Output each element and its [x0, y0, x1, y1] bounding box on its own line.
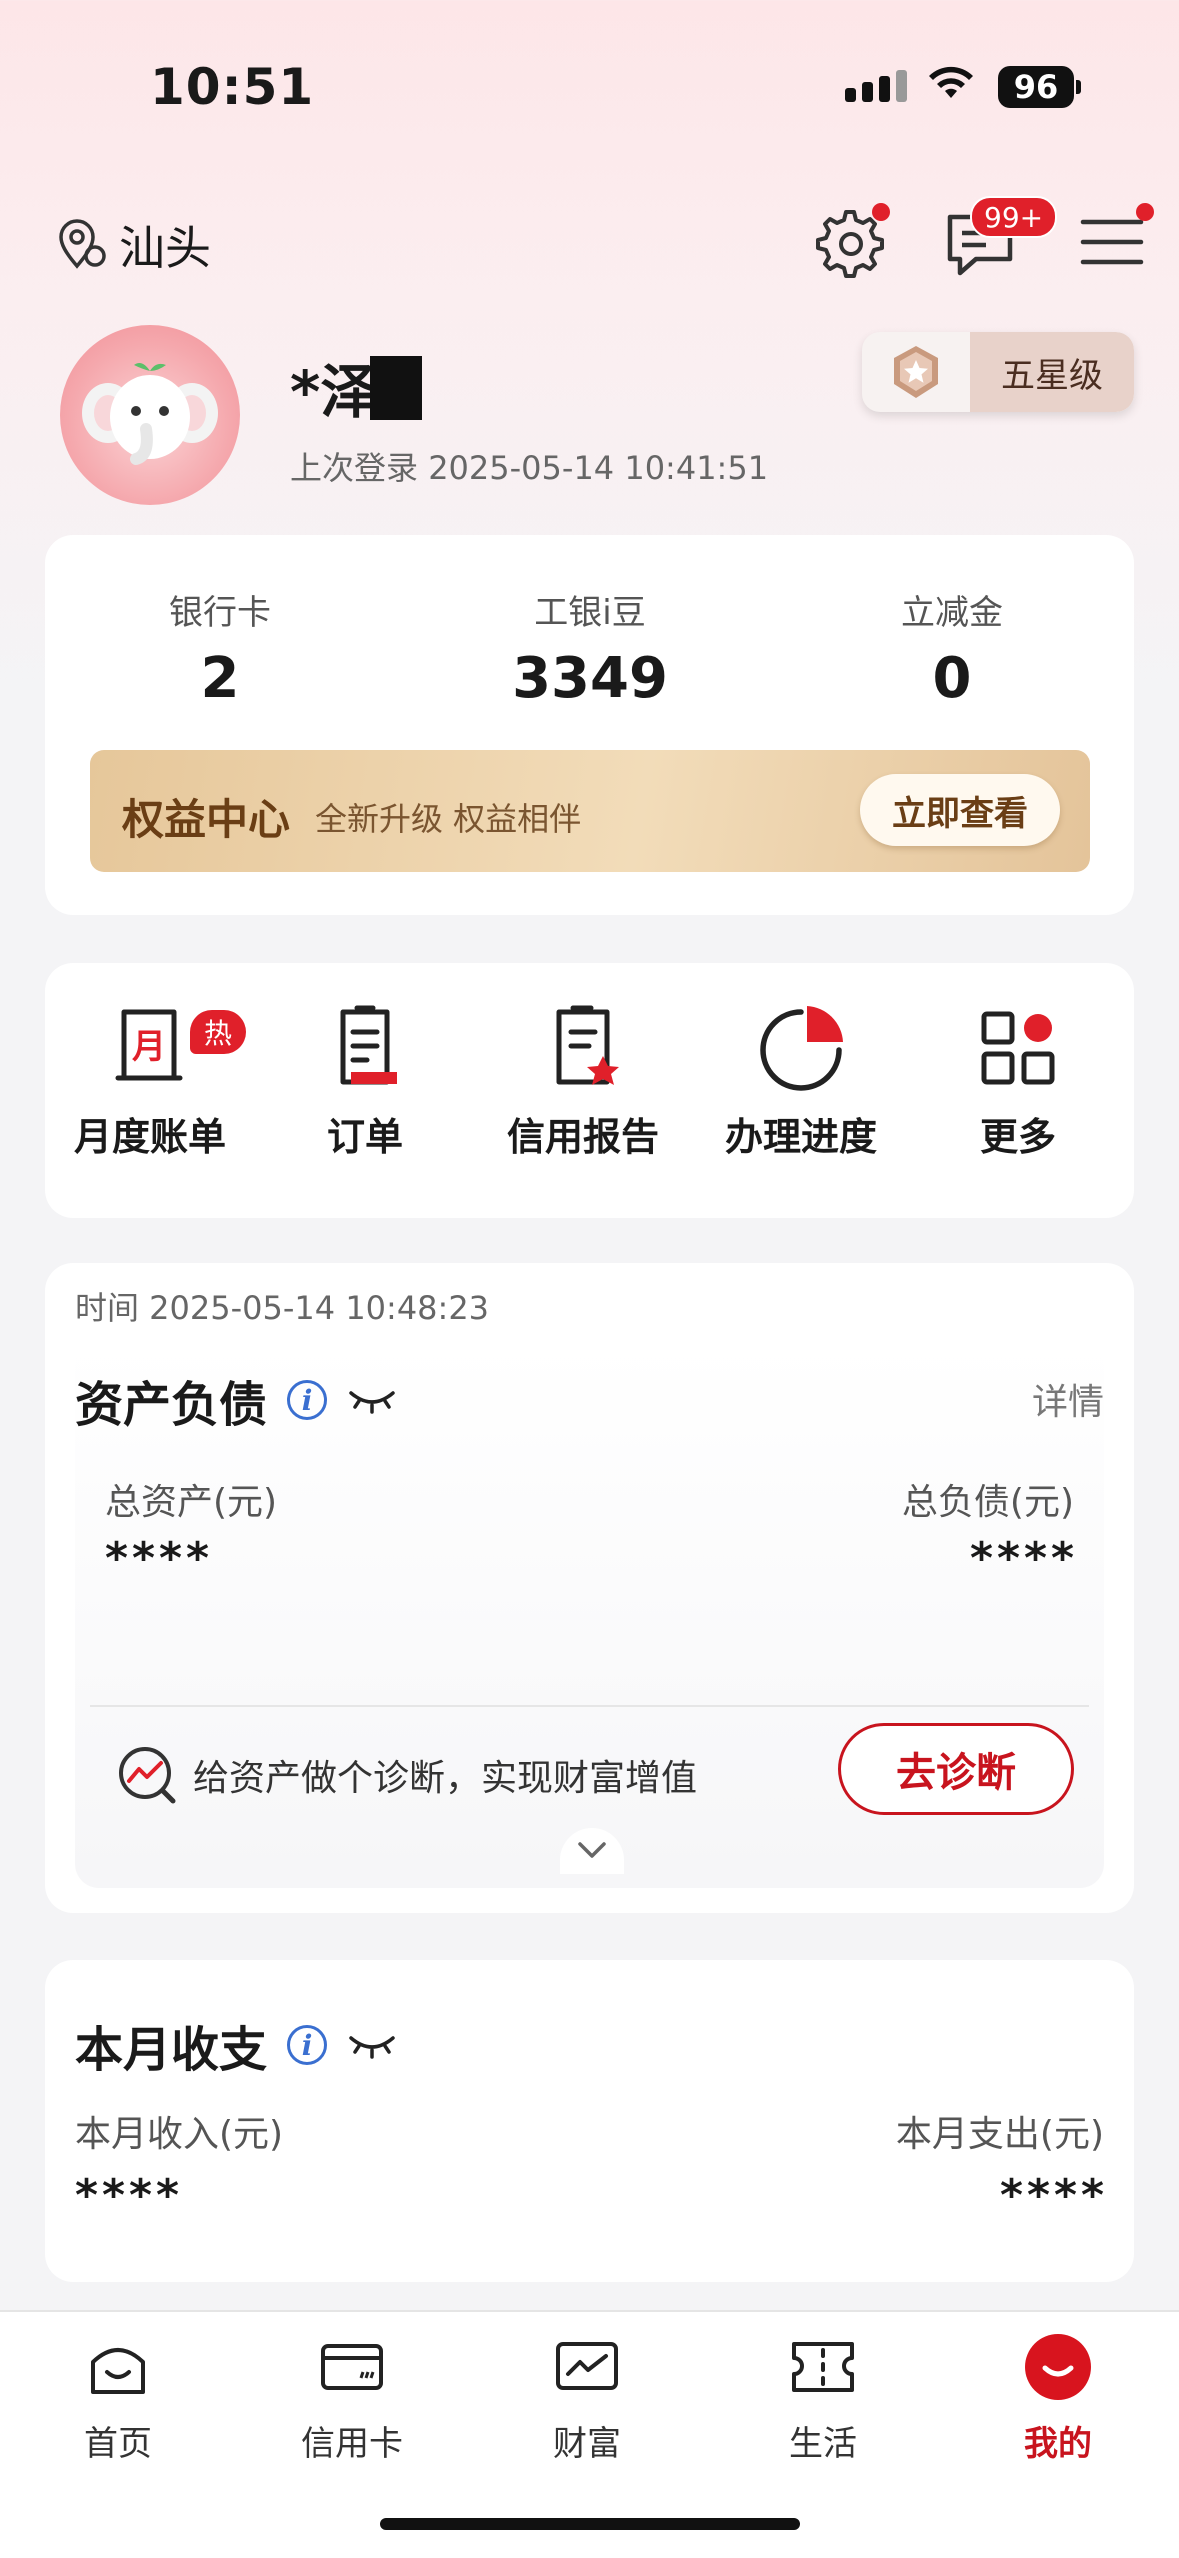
hide-eye-icon[interactable]: [347, 2030, 397, 2060]
quick-actions-card: 月 热 月度账单 订单 信用报告 办理进度 更多: [45, 963, 1134, 1218]
stat-value: 2: [200, 646, 240, 711]
credit-card-icon: [321, 2344, 383, 2390]
battery-tip: [1076, 80, 1081, 94]
diagnose-button[interactable]: 去诊断: [838, 1723, 1074, 1815]
tab-life[interactable]: 生活: [733, 2332, 913, 2465]
monthly-bill-icon: 月: [115, 1009, 183, 1081]
tab-label: 生活: [789, 2424, 857, 2464]
stat-value: 0: [932, 646, 972, 711]
stat-bank-cards[interactable]: 银行卡 2: [70, 585, 370, 711]
mine-icon: [1025, 2334, 1091, 2400]
quick-label: 月度账单: [73, 1115, 226, 1159]
stat-label: 立减金: [901, 593, 1003, 633]
total-liabilities-value: ****: [969, 1533, 1078, 1584]
tab-label: 我的: [1024, 2424, 1092, 2464]
benefit-subtitle: 全新升级 权益相伴: [315, 800, 582, 838]
wealth-icon: [556, 2342, 618, 2390]
assets-title: 资产负债: [75, 1377, 268, 1433]
monthly-bill-glyph: 月: [132, 1027, 166, 1067]
home-icon: [91, 2348, 145, 2394]
tab-credit-card[interactable]: 信用卡: [262, 2332, 442, 2465]
stat-value: 3349: [512, 646, 668, 711]
account-stats-card: 银行卡 2 工银i豆 3349 立减金 0 权益中心 全新升级 权益相伴 立即查…: [45, 535, 1134, 915]
monthly-income-expense-card: 本月收支 i 本月收入(元) **** 本月支出(元) ****: [45, 1960, 1134, 2282]
order-icon: [340, 1005, 397, 1085]
more-icon: [981, 1011, 1055, 1085]
assets-timestamp: 时间 2025-05-14 10:48:23: [75, 1289, 490, 1327]
benefit-title: 权益中心: [122, 795, 291, 844]
income-label: 本月收入(元): [75, 2114, 284, 2155]
tab-home[interactable]: 首页: [28, 2332, 208, 2465]
member-level-label: 五星级: [970, 332, 1134, 412]
stat-cashback[interactable]: 立减金 0: [802, 585, 1102, 711]
info-icon[interactable]: i: [287, 2025, 328, 2065]
location-selector[interactable]: 汕头: [55, 212, 211, 278]
credit-report-icon: [556, 1005, 619, 1085]
last-login: 上次登录 2025-05-14 10:41:51: [290, 443, 768, 489]
menu-notification-dot: [1136, 203, 1154, 221]
quick-label: 订单: [326, 1115, 403, 1159]
location-pin-icon: [59, 219, 106, 269]
wifi-icon: [929, 66, 973, 98]
hide-eye-icon[interactable]: [347, 1385, 397, 1415]
progress-icon: [760, 1006, 843, 1091]
star-medal-icon: [894, 346, 938, 398]
tab-label: 财富: [553, 2424, 621, 2464]
life-ticket-icon: [792, 2342, 854, 2392]
expense-label: 本月支出(元): [895, 2114, 1104, 2155]
last-login-time: 2025-05-14 10:41:51: [428, 449, 769, 487]
expense-value: ****: [999, 2170, 1108, 2221]
quick-credit-report[interactable]: 信用报告: [478, 998, 688, 1161]
settings-notification-dot: [872, 203, 890, 221]
home-indicator[interactable]: [380, 2518, 800, 2530]
assets-liabilities-card: 时间 2025-05-14 10:48:23 资产负债 i 详情 总资产(元) …: [45, 1263, 1134, 1913]
total-liabilities-label: 总负债(元): [901, 1482, 1074, 1523]
assets-panel: 资产负债 i 详情 总资产(元) **** 总负债(元) **** 给资产做个诊…: [75, 1343, 1104, 1888]
chevron-down-icon: [578, 1842, 606, 1858]
stat-idou[interactable]: 工银i豆 3349: [440, 585, 740, 711]
elephant-mascot-icon: [82, 363, 218, 465]
hot-badge: 热: [190, 1010, 246, 1054]
assets-detail-link[interactable]: 详情: [1032, 1373, 1104, 1425]
stat-label: 工银i豆: [534, 593, 646, 633]
total-assets-value: ****: [105, 1533, 214, 1584]
message-count-badge: 99+: [970, 196, 1058, 238]
monthly-title: 本月收支: [75, 2022, 268, 2078]
battery-indicator: 96: [998, 66, 1074, 108]
benefit-center-banner[interactable]: 权益中心 全新升级 权益相伴 立即查看: [90, 750, 1090, 872]
stat-label: 银行卡: [169, 593, 271, 633]
divider: [90, 1705, 1089, 1707]
income-value: ****: [75, 2170, 184, 2221]
quick-label: 更多: [979, 1115, 1056, 1159]
quick-orders[interactable]: 订单: [260, 998, 470, 1161]
diagnosis-text: 给资产做个诊断，实现财富增值: [193, 1758, 698, 1799]
view-now-button[interactable]: 立即查看: [860, 774, 1060, 846]
last-login-label: 上次登录: [290, 449, 419, 487]
tab-wealth[interactable]: 财富: [497, 2332, 677, 2465]
quick-label: 信用报告: [506, 1115, 659, 1159]
status-time: 10:51: [150, 58, 315, 116]
cellular-signal-icon: [845, 70, 907, 102]
quick-more[interactable]: 更多: [913, 998, 1123, 1161]
user-name: *泽: [290, 358, 379, 426]
avatar[interactable]: [60, 325, 240, 505]
location-name: 汕头: [119, 221, 211, 275]
name-redaction-block: [370, 356, 422, 420]
quick-monthly-bill[interactable]: 月 热 月度账单: [45, 998, 255, 1161]
tab-mine[interactable]: 我的: [968, 2332, 1148, 2465]
member-level-badge[interactable]: 五星级: [862, 332, 1134, 412]
info-icon[interactable]: i: [287, 1380, 328, 1420]
diagnosis-chart-icon: [119, 1747, 176, 1804]
tab-label: 信用卡: [301, 2424, 403, 2464]
tab-label: 首页: [84, 2424, 152, 2464]
quick-label: 办理进度: [724, 1115, 877, 1159]
quick-progress[interactable]: 办理进度: [696, 998, 906, 1161]
total-assets-label: 总资产(元): [105, 1482, 278, 1523]
